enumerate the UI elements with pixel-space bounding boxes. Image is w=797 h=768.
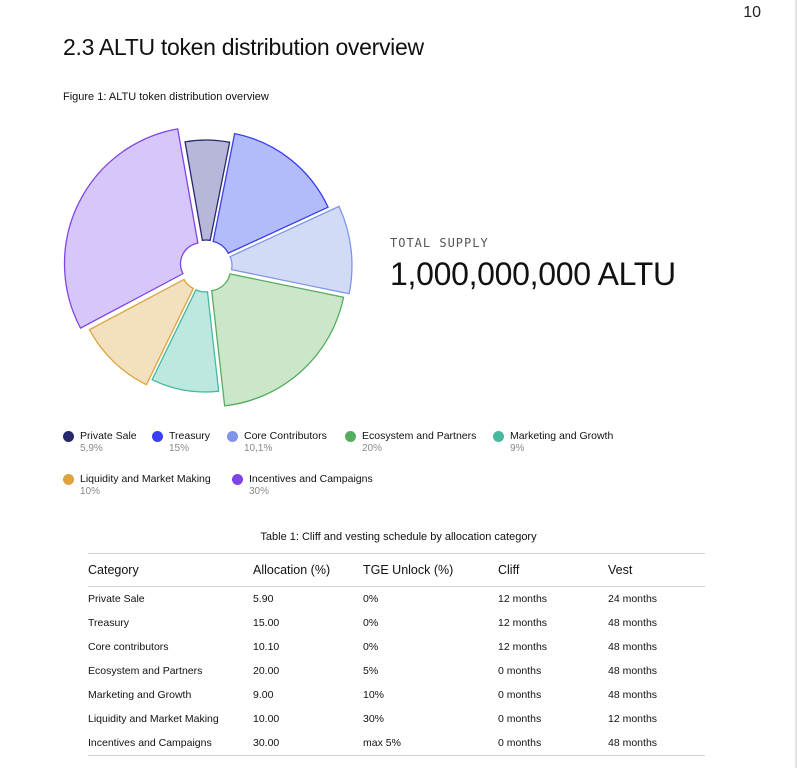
section-title: 2.3 ALTU token distribution overview [63, 34, 424, 60]
legend-text: Core Contributors 10,1% [244, 430, 327, 455]
table-cell: Liquidity and Market Making [88, 713, 219, 725]
table-cell: Marketing and Growth [88, 689, 192, 701]
table-cell: 0 months [498, 689, 542, 701]
legend-text: Treasury 15% [169, 430, 210, 455]
legend-text: Incentives and Campaigns 30% [249, 473, 373, 498]
legend-item: Private Sale 5,9% [63, 430, 137, 455]
table-header-cell: Vest [608, 553, 705, 587]
table-row: Core contributors 10.10 0% 12 months 48 mont… [88, 635, 705, 659]
legend-swatch [63, 474, 74, 485]
legend-percent: 9% [510, 443, 525, 454]
table-cell: 5.90 [253, 593, 274, 605]
legend-percent: 10,1% [244, 443, 273, 454]
table-cell: 24 months [608, 593, 658, 605]
pie-slice-ecosystem-and-partners [210, 273, 345, 407]
table-cell: 10% [363, 689, 385, 701]
legend-label: Incentives and Campaigns [249, 473, 373, 485]
legend-percent: 5,9% [80, 443, 103, 454]
legend-label: Ecosystem and Partners [362, 430, 477, 442]
table-cell: 30.00 [253, 731, 363, 756]
table-cell: 0% [363, 641, 379, 653]
table-row: Incentives and Campaigns 30.00 max 5% 0 mon… [88, 731, 705, 756]
legend-swatch [63, 431, 74, 442]
table-cell: Incentives and Campaigns [88, 731, 253, 756]
table-row: Private Sale 5.90 0% 12 months 24 months [88, 587, 705, 612]
legend-text: Private Sale 5,9% [80, 430, 137, 455]
legend-label: Treasury [169, 430, 211, 442]
table-caption: Table 1: Cliff and vesting schedule by a… [260, 531, 537, 543]
legend-swatch [152, 431, 163, 442]
legend-text: Marketing and Growth 9% [510, 430, 613, 455]
table-cell: 0 months [498, 731, 608, 756]
vesting-table: Category Allocation (%) TGE Unlock (%) C… [88, 553, 705, 756]
legend-percent: 10% [80, 486, 101, 497]
table-cell: 0 months [498, 665, 542, 677]
table-row: Treasury 15.00 0% 12 months 48 months [88, 611, 705, 635]
legend-swatch [232, 474, 243, 485]
table-cell: Core contributors [88, 641, 169, 653]
table-cell: Private Sale [88, 593, 145, 605]
table-cell: 48 months [608, 689, 658, 701]
legend-item: Treasury 15% [152, 430, 210, 455]
table-cell: 12 months [498, 641, 548, 653]
table-row: Marketing and Growth 9.00 10% 0 months 48 mo… [88, 683, 705, 707]
legend-label: Marketing and Growth [510, 430, 614, 442]
table-cell: 10.00 [253, 713, 280, 725]
legend-percent: 20% [362, 443, 383, 454]
legend-percent: 30% [249, 486, 270, 497]
table-cell: 0 months [498, 713, 542, 725]
table-cell: 30% [363, 713, 385, 725]
table-cell: 10.10 [253, 641, 280, 653]
table-cell: 12 months [498, 617, 548, 629]
table-cell: Ecosystem and Partners [88, 665, 203, 677]
table-cell: 48 months [608, 665, 658, 677]
legend-swatch [493, 431, 504, 442]
table-cell: 48 months [608, 641, 658, 653]
table-cell: 48 months [608, 617, 658, 629]
legend-percent: 15% [169, 443, 190, 454]
legend-item: Liquidity and Market Making 10% [63, 473, 211, 498]
legend-text: Ecosystem and Partners 20% [362, 430, 476, 455]
legend-label: Liquidity and Market Making [80, 473, 211, 485]
table-header-cell: Cliff [498, 553, 608, 587]
distribution-pie-chart [63, 128, 353, 407]
table-cell: max 5% [363, 731, 498, 756]
table-cell: 0% [363, 593, 379, 605]
legend-swatch [345, 431, 356, 442]
legend-label: Core Contributors [244, 430, 327, 442]
table-cell: 20.00 [253, 665, 280, 677]
table-header-cell: Allocation (%) [253, 553, 363, 587]
table-row: Ecosystem and Partners 20.00 5% 0 months 48 … [88, 659, 705, 683]
pie-center-hole [186, 246, 226, 286]
table-cell: 0% [363, 617, 379, 629]
legend-swatch [227, 431, 238, 442]
legend-item: Marketing and Growth 9% [493, 430, 613, 455]
legend-item: Incentives and Campaigns 30% [232, 473, 373, 498]
legend-label: Private Sale [80, 430, 137, 442]
table-cell: Treasury [88, 617, 130, 629]
table-cell: 15.00 [253, 617, 280, 629]
table-header-cell: TGE Unlock (%) [363, 553, 498, 587]
table-cell: 9.00 [253, 689, 274, 701]
table-cell: 48 months [608, 731, 705, 756]
table-header-cell: Category [88, 553, 253, 587]
total-supply-value: 1,000,000,000 ALTU [390, 256, 676, 292]
table-cell: 12 months [498, 593, 548, 605]
table-cell: 5% [363, 665, 379, 677]
total-supply-label: TOTAL SUPPLY [390, 236, 489, 250]
table-header-row: Category Allocation (%) TGE Unlock (%) C… [88, 553, 705, 587]
table-cell: 12 months [608, 713, 658, 725]
page-number: 10 [743, 4, 761, 21]
legend-item: Core Contributors 10,1% [227, 430, 327, 455]
figure-caption: Figure 1: ALTU token distribution overvi… [63, 91, 269, 103]
legend-item: Ecosystem and Partners 20% [345, 430, 476, 455]
table-row: Liquidity and Market Making 10.00 30% 0 mon… [88, 707, 705, 731]
legend-text: Liquidity and Market Making 10% [80, 473, 211, 498]
